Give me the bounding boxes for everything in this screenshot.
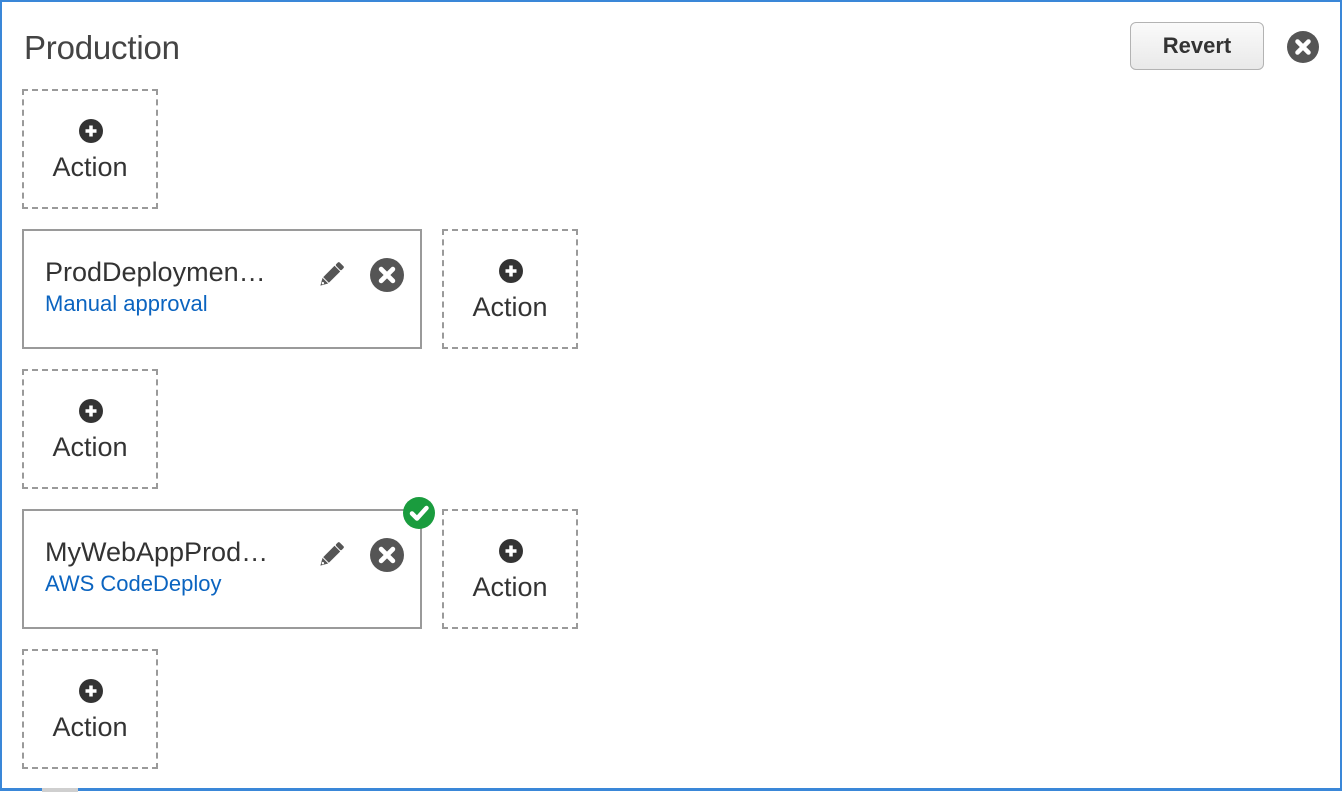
plus-circle-icon [79,679,103,703]
scroll-tab [42,788,78,792]
plus-circle-icon [499,539,523,563]
stage-title: Production [24,29,180,66]
action-name: ProdDeploymen… [45,257,266,287]
add-parallel-action-button[interactable]: Action [442,509,578,629]
close-circle-icon [1287,31,1319,63]
add-action-group-button[interactable]: Action [22,89,158,209]
success-check-icon [403,497,435,529]
add-action-label: Action [472,572,548,602]
add-action-group-button[interactable]: Action [22,369,158,489]
action-provider-link[interactable]: AWS CodeDeploy [45,571,221,597]
plus-circle-icon [499,259,523,283]
add-action-label: Action [52,712,128,742]
pencil-icon [320,262,344,286]
action-card[interactable]: ProdDeploymen… Manual approval [22,229,422,349]
action-name: MyWebAppProd… [45,537,269,567]
stage-editor-panel: Production Revert Action ProdDeploymen… … [0,0,1342,791]
add-parallel-action-button[interactable]: Action [442,229,578,349]
edit-action-button[interactable] [314,538,348,572]
remove-action-button[interactable] [370,538,404,572]
revert-button[interactable]: Revert [1130,22,1264,70]
add-action-label: Action [52,152,128,182]
add-action-label: Action [472,292,548,322]
action-provider-link[interactable]: Manual approval [45,291,208,317]
add-action-group-button[interactable]: Action [22,649,158,769]
pencil-icon [320,542,344,566]
add-action-label: Action [52,432,128,462]
plus-circle-icon [79,399,103,423]
action-card[interactable]: MyWebAppProd… AWS CodeDeploy [22,509,422,629]
edit-action-button[interactable] [314,258,348,292]
remove-action-button[interactable] [370,258,404,292]
plus-circle-icon [79,119,103,143]
close-stage-button[interactable] [1287,31,1319,63]
close-circle-icon [370,538,404,572]
close-circle-icon [370,258,404,292]
